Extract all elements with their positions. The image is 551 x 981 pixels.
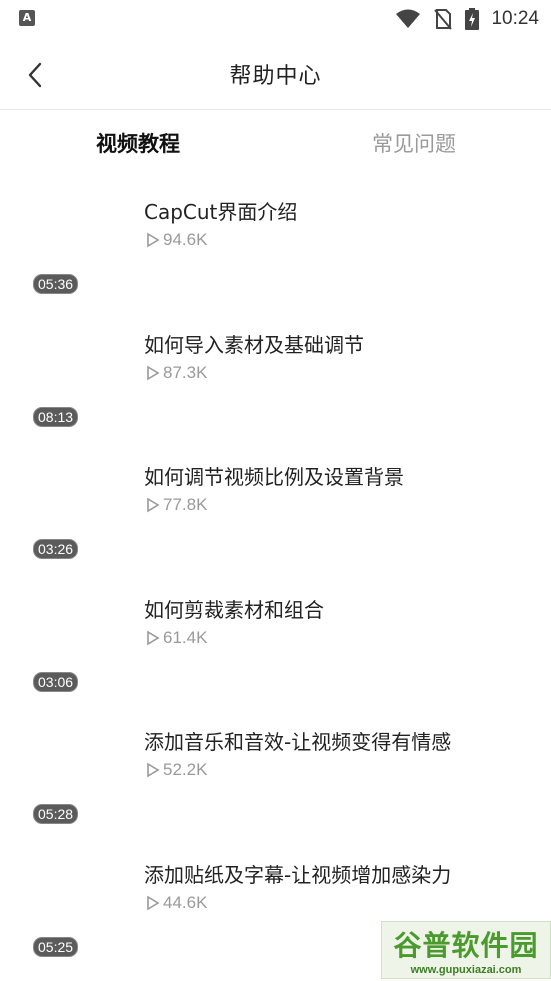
duration-badge: 05:36 [33,274,79,294]
video-title: 如何调节视频比例及设置背景 [144,465,404,489]
video-title: 添加贴纸及字幕-让视频增加感染力 [144,862,452,887]
video-thumbnail: 05:25 [24,848,124,957]
battery-charging-icon [465,8,480,30]
video-thumbnail: 03:26 [24,451,124,559]
status-icons: 10:24 [395,6,539,32]
tab-faq[interactable]: 常见问题 [372,128,456,158]
no-sim-icon [434,9,453,30]
play-icon [147,497,160,513]
video-title: CapCut界面介绍 [144,200,298,224]
video-list: 05:36 CapCut界面介绍 94.6K 08:13 如何导入素材及基础调节… [0,178,551,973]
app-notification-icon: A [19,10,35,26]
duration-badge: 08:13 [33,406,79,427]
view-count-value: 77.8K [163,495,208,514]
view-count: 44.6K [146,893,207,913]
play-icon [147,762,160,778]
view-count: 52.2K [146,760,207,780]
play-icon [147,232,160,248]
duration-badge: 05:25 [33,936,79,957]
duration-badge: 03:26 [33,539,79,559]
tab-video-tutorials[interactable]: 视频教程 [96,128,180,158]
header: 帮助中心 [0,38,551,110]
status-bar: A 10:24 [0,0,551,38]
view-count-value: 87.3K [163,362,208,382]
play-icon [147,895,160,910]
tab-bar: 视频教程 常见问题 [0,128,551,168]
view-count-value: 52.2K [163,760,208,779]
video-item[interactable]: 03:06 如何剪裁素材和组合 61.4K [0,576,551,709]
watermark-url: www.gupuxiazai.com [410,964,522,976]
video-title: 如何剪裁素材和组合 [144,597,324,622]
status-time: 10:24 [491,8,539,29]
video-thumbnail: 05:28 [24,716,124,824]
view-count: 77.8K [146,495,207,515]
video-title: 如何导入素材及基础调节 [144,332,364,357]
view-count: 61.4K [146,628,207,648]
view-count-value: 44.6K [163,892,208,912]
video-thumbnail: 08:13 [24,318,124,427]
video-title: 添加音乐和音效-让视频变得有情感 [144,730,452,754]
watermark: 谷普软件园 www.gupuxiazai.com [381,921,551,979]
view-count: 94.6K [146,230,207,250]
video-item[interactable]: 08:13 如何导入素材及基础调节 87.3K [0,311,551,444]
video-thumbnail: 03:06 [24,583,124,692]
view-count-value: 94.6K [163,230,208,249]
page-title: 帮助中心 [229,64,322,89]
play-icon [147,630,160,645]
video-thumbnail: 05:36 [24,186,124,294]
duration-badge: 05:28 [33,804,79,824]
view-count: 87.3K [146,363,207,383]
play-icon [147,365,160,380]
video-item[interactable]: 05:36 CapCut界面介绍 94.6K [0,178,551,311]
wifi-icon [396,9,421,28]
video-item[interactable]: 03:26 如何调节视频比例及设置背景 77.8K [0,443,551,576]
duration-badge: 03:06 [33,671,79,692]
watermark-logo-text: 谷普软件园 [393,929,539,962]
view-count-value: 61.4K [163,627,208,647]
video-item[interactable]: 05:28 添加音乐和音效-让视频变得有情感 52.2K [0,708,551,841]
